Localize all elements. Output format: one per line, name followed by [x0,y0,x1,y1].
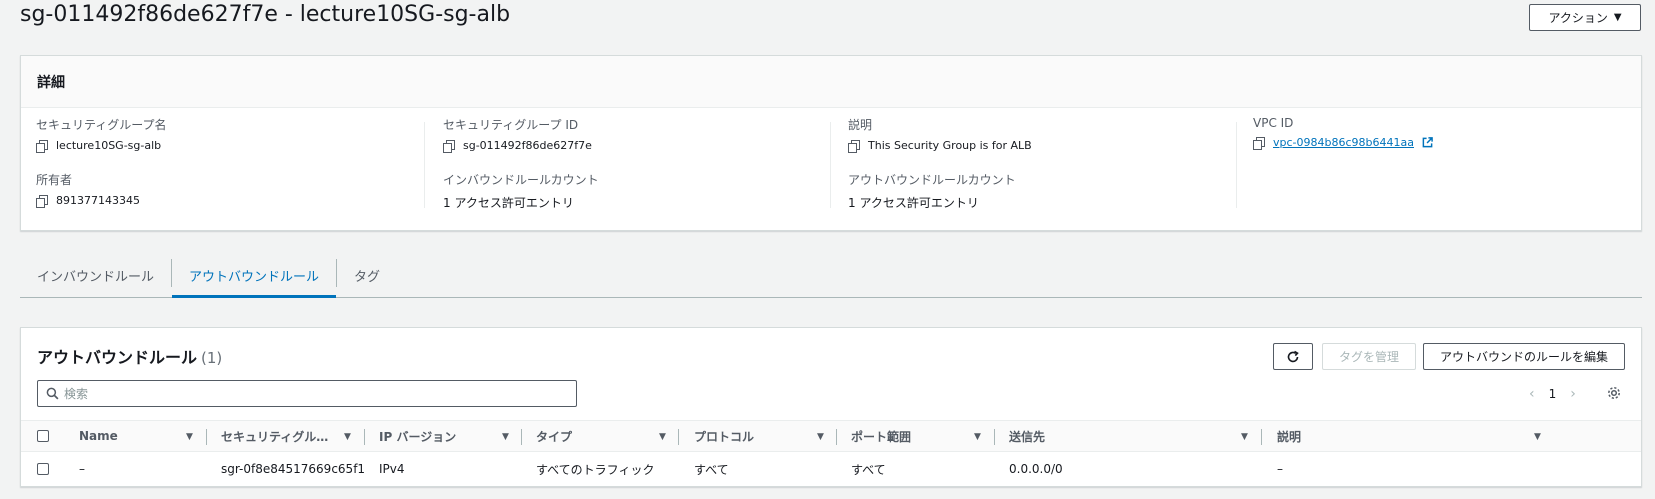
previous-page-icon[interactable]: ‹ [1529,386,1535,402]
copy-icon[interactable] [36,194,48,208]
tab-inbound-rules[interactable]: インバウンドルール [20,253,171,297]
select-all-checkbox[interactable] [37,430,49,442]
column-resizer[interactable] [364,429,365,445]
manage-tags-button[interactable]: タグを管理 [1322,343,1416,370]
details-heading: 詳細 [21,56,1641,108]
owner-label: 所有者 [36,173,73,187]
column-resizer[interactable] [678,429,679,445]
search-placeholder: 検索 [64,387,89,401]
refresh-icon [1287,350,1299,362]
column-resizer[interactable] [836,429,837,445]
vpc-id-link[interactable]: vpc-0984b86c98b6441aa [1273,136,1414,149]
copy-icon[interactable] [36,139,48,153]
field-sg-id: セキュリティグループ ID sg-011492f86de627f7e [443,116,592,153]
rules-count: (1) [201,349,223,367]
column-header-name[interactable]: Name [79,421,118,451]
description-value: This Security Group is for ALB [868,139,1032,152]
rules-title: アウトバウンドルール (1) [37,344,222,368]
column-divider [830,122,831,208]
sg-name-value: lecture10SG-sg-alb [56,139,162,152]
row-checkbox[interactable] [37,463,49,475]
pagination: ‹ 1 › [1529,386,1576,402]
sg-id-value: sg-011492f86de627f7e [463,139,592,152]
copy-icon[interactable] [1253,136,1265,150]
search-input[interactable]: 検索 [37,380,577,407]
inbound-count-value: 1 アクセス許可エントリ [443,196,574,210]
actions-label: アクション [1548,11,1608,25]
page-title: sg-011492f86de627f7e - lecture10SG-sg-al… [20,2,511,27]
column-header-destination[interactable]: 送信先 [1009,421,1045,451]
sort-icon[interactable]: ▼ [817,432,824,442]
sort-icon[interactable]: ▼ [1241,432,1248,442]
field-inbound-count: インバウンドルールカウント 1 アクセス許可エントリ [443,171,599,211]
search-icon [46,387,59,400]
copy-icon[interactable] [443,139,455,153]
cell-description: – [1277,462,1283,476]
gear-icon[interactable] [1606,385,1622,401]
field-sg-name: セキュリティグループ名 lecture10SG-sg-alb [36,116,167,153]
refresh-button[interactable] [1273,343,1313,370]
column-header-ip-version[interactable]: IP バージョン [379,421,456,451]
rules-title-text: アウトバウンドルール [37,348,198,367]
outbound-rules-panel: アウトバウンドルール (1) タグを管理 アウトバウンドのルールを編集 検索 ‹ … [20,327,1642,487]
column-divider [424,122,425,208]
outbound-count-label: アウトバウンドルールカウント [848,173,1016,187]
tab-tags[interactable]: タグ [337,253,397,297]
table-row[interactable]: – sgr-0f8e84517669c65f1 IPv4 すべてのトラフィック … [21,452,1641,486]
cell-type: すべてのトラフィック [536,462,655,477]
external-link-icon[interactable] [1422,137,1433,148]
tab-outbound-rules[interactable]: アウトバウンドルール [172,253,337,298]
cell-ip-version: IPv4 [379,462,405,476]
sg-name-label: セキュリティグループ名 [36,118,167,132]
edit-outbound-rules-button[interactable]: アウトバウンドのルールを編集 [1423,343,1625,370]
cell-protocol: すべて [694,462,729,477]
cell-sg-rule-id: sgr-0f8e84517669c65f1 [221,462,366,476]
column-header-protocol[interactable]: プロトコル [694,421,754,451]
table-header: Name ▼ セキュリティグル… ▼ IP バージョン ▼ タイプ ▼ プロトコ… [21,420,1641,452]
sort-icon[interactable]: ▼ [974,432,981,442]
description-label: 説明 [848,118,873,132]
cell-name: – [79,462,85,476]
copy-icon[interactable] [848,139,860,153]
tab-bar: インバウンドルール アウトバウンドルール タグ [20,253,1642,298]
sg-id-label: セキュリティグループ ID [443,118,579,132]
field-vpc-id: VPC ID vpc-0984b86c98b6441aa [1253,116,1433,150]
owner-value: 891377143345 [56,194,140,207]
inbound-count-label: インバウンドルールカウント [443,173,599,187]
sort-icon[interactable]: ▼ [659,432,666,442]
field-owner: 所有者 891377143345 [36,171,140,208]
column-header-type[interactable]: タイプ [536,421,572,451]
caret-down-icon: ▼ [1613,12,1622,23]
column-divider [1236,122,1237,208]
column-header-description[interactable]: 説明 [1277,421,1301,451]
column-resizer[interactable] [994,429,995,445]
cell-port-range: すべて [851,462,886,477]
column-resizer[interactable] [206,429,207,445]
vpc-id-label: VPC ID [1253,116,1294,130]
column-resizer[interactable] [521,429,522,445]
column-resizer[interactable] [1261,429,1262,445]
column-header-sg-rule-id[interactable]: セキュリティグル… [221,421,328,451]
column-header-port-range[interactable]: ポート範囲 [851,421,911,451]
sort-icon[interactable]: ▼ [502,432,509,442]
sort-icon[interactable]: ▼ [186,432,193,442]
next-page-icon[interactable]: › [1570,386,1576,402]
field-outbound-count: アウトバウンドルールカウント 1 アクセス許可エントリ [848,171,1016,211]
cell-destination: 0.0.0.0/0 [1009,462,1063,476]
actions-dropdown-button[interactable]: アクション ▼ [1529,4,1641,31]
outbound-count-value: 1 アクセス許可エントリ [848,196,979,210]
sort-icon[interactable]: ▼ [344,432,351,442]
sort-icon[interactable]: ▼ [1534,432,1541,442]
field-description: 説明 This Security Group is for ALB [848,116,1032,153]
page-number[interactable]: 1 [1549,387,1557,401]
